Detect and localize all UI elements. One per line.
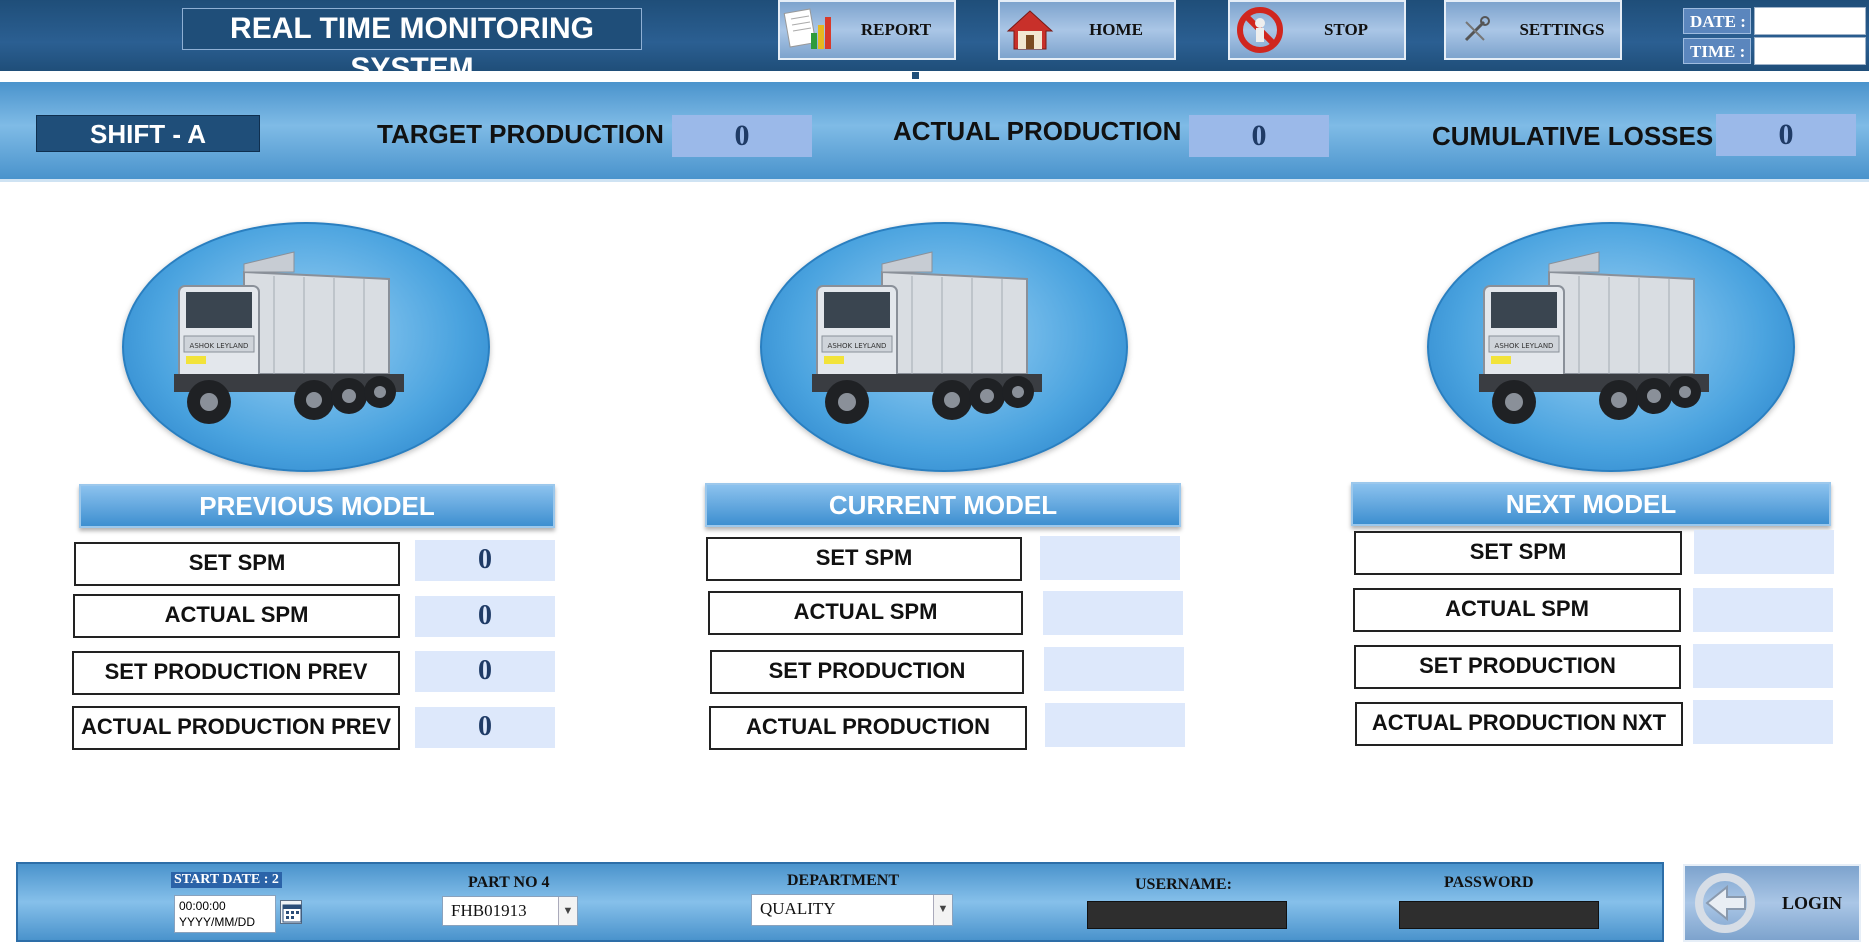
dump-truck-icon: ASHOK LEYLAND — [812, 251, 1042, 424]
previous-model-header: PREVIOUS MODEL — [79, 484, 555, 528]
username-input[interactable] — [1087, 901, 1287, 929]
calendar-icon[interactable] — [280, 900, 302, 924]
previous-model-image: ASHOK LEYLAND — [122, 222, 490, 472]
next-actual-production-value — [1693, 700, 1833, 744]
cumulative-losses-label: CUMULATIVE LOSSES : — [1432, 121, 1730, 151]
part-no-label: PART NO 4 — [468, 874, 550, 891]
time-label: TIME : — [1683, 38, 1751, 64]
start-date-input[interactable]: 00:00:00 YYYY/MM/DD — [174, 895, 276, 933]
prev-set-spm-value: 0 — [415, 540, 555, 581]
curr-actual-spm-label: ACTUAL SPM — [708, 591, 1023, 635]
next-model-image: ASHOK LEYLAND — [1427, 222, 1795, 472]
login-arrow-icon — [1685, 871, 1765, 935]
next-model-header: NEXT MODEL — [1351, 482, 1831, 526]
report-button[interactable]: REPORT — [778, 0, 956, 60]
home-button-label: HOME — [1089, 20, 1143, 39]
home-icon — [1002, 5, 1058, 55]
department-value: QUALITY — [760, 899, 836, 918]
curr-actual-production-label: ACTUAL PRODUCTION — [709, 706, 1027, 750]
time-field[interactable] — [1754, 37, 1866, 65]
dump-truck-icon: ASHOK LEYLAND — [174, 251, 404, 424]
actual-production-label: ACTUAL PRODUCTION : — [893, 116, 1198, 146]
report-chart-icon — [782, 5, 838, 55]
login-button[interactable]: LOGIN — [1683, 864, 1861, 942]
actual-production-value: 0 — [1189, 115, 1329, 157]
stop-button[interactable]: STOP — [1228, 0, 1406, 60]
part-no-select[interactable]: FHB01913 ▼ — [442, 896, 578, 926]
stop-button-label: STOP — [1323, 20, 1369, 39]
department-label: DEPARTMENT — [787, 872, 900, 889]
prev-actual-production-label: ACTUAL PRODUCTION PREV — [72, 706, 400, 750]
truck-brand-text: ASHOK LEYLAND — [190, 342, 249, 350]
stop-icon — [1232, 5, 1288, 55]
report-button-label: REPORT — [860, 20, 932, 39]
next-set-spm-value — [1694, 530, 1834, 574]
dump-truck-icon: ASHOK LEYLAND — [1479, 251, 1709, 424]
shift-label: SHIFT - A — [36, 115, 260, 152]
marker-dot — [912, 72, 919, 79]
next-set-spm-label: SET SPM — [1354, 531, 1682, 575]
curr-actual-spm-value — [1043, 591, 1183, 635]
start-date-label: START DATE : 2 — [171, 872, 282, 888]
prev-actual-production-value: 0 — [415, 707, 555, 748]
prev-set-spm-label: SET SPM — [74, 542, 400, 586]
cumulative-losses-value: 0 — [1716, 114, 1856, 156]
truck-brand-text: ASHOK LEYLAND — [1495, 342, 1554, 350]
start-date-format: YYYY/MM/DD — [179, 915, 256, 929]
part-no-value: FHB01913 — [451, 901, 527, 920]
truck-brand-text: ASHOK LEYLAND — [828, 342, 887, 350]
settings-button-label: SETTINGS — [1519, 20, 1605, 39]
target-production-value: 0 — [672, 115, 812, 157]
settings-button[interactable]: SETTINGS — [1444, 0, 1622, 60]
prev-actual-spm-label: ACTUAL SPM — [73, 594, 400, 638]
next-actual-spm-label: ACTUAL SPM — [1353, 588, 1681, 632]
username-label: USERNAME: — [1135, 876, 1232, 893]
curr-set-spm-value — [1040, 536, 1180, 580]
curr-set-production-label: SET PRODUCTION — [710, 650, 1024, 694]
login-button-label: LOGIN — [1781, 892, 1842, 913]
app-title: REAL TIME MONITORING SYSTEM — [182, 8, 642, 85]
next-actual-spm-value — [1693, 588, 1833, 632]
password-label: PASSWORD — [1444, 874, 1534, 891]
chevron-down-icon[interactable]: ▼ — [558, 897, 577, 925]
department-select[interactable]: QUALITY ▼ — [751, 894, 953, 926]
target-production-label: TARGET PRODUCTION : — [377, 119, 680, 149]
curr-set-spm-label: SET SPM — [706, 537, 1022, 581]
home-button[interactable]: HOME — [998, 0, 1176, 60]
current-model-image: ASHOK LEYLAND — [760, 222, 1128, 472]
password-input[interactable] — [1399, 901, 1599, 929]
next-set-production-label: SET PRODUCTION — [1354, 645, 1681, 689]
curr-set-production-value — [1044, 647, 1184, 691]
date-label: DATE : — [1683, 8, 1751, 34]
start-date-time: 00:00:00 — [179, 899, 226, 913]
chevron-down-icon[interactable]: ▼ — [933, 895, 952, 925]
next-set-production-value — [1693, 644, 1833, 688]
prev-actual-spm-value: 0 — [415, 596, 555, 637]
current-model-header: CURRENT MODEL — [705, 483, 1181, 527]
next-actual-production-label: ACTUAL PRODUCTION NXT — [1355, 702, 1683, 746]
curr-actual-production-value — [1045, 703, 1185, 747]
prev-set-production-label: SET PRODUCTION PREV — [72, 651, 400, 695]
date-field[interactable] — [1754, 7, 1866, 35]
tools-icon — [1448, 5, 1504, 55]
prev-set-production-value: 0 — [415, 651, 555, 692]
